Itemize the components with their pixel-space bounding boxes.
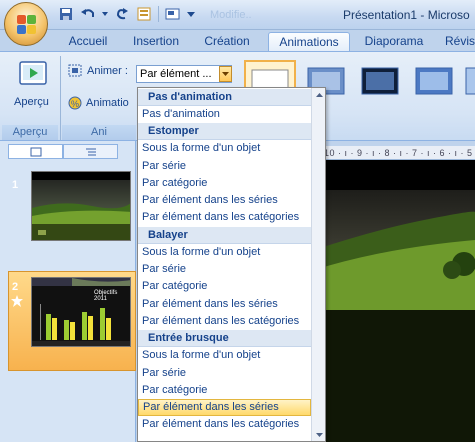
- slide-thumbnail-1[interactable]: [31, 171, 131, 241]
- transition-cut[interactable]: [410, 60, 462, 106]
- outline-tab-icon: [85, 148, 96, 155]
- separator: [158, 6, 159, 22]
- undo-icon[interactable]: [80, 6, 96, 22]
- dropdown-group-header: Entrée brusque: [138, 330, 311, 348]
- dropdown-group-header: Balayer: [138, 226, 311, 244]
- animer-row: Animer :: [68, 64, 128, 78]
- chart-slide-image: [32, 278, 130, 346]
- horizontal-ruler: 10 · ı · 9 · ı · 8 · ı · 7 · ı · 6 · ı ·…: [314, 146, 475, 160]
- slide-canvas[interactable]: [314, 160, 475, 442]
- dropdown-item[interactable]: Par catégorie: [138, 382, 311, 399]
- group-separator: [60, 56, 61, 140]
- dropdown-item[interactable]: Par série: [138, 261, 311, 278]
- dropdown-group-header: Pas d'animation: [138, 89, 311, 106]
- dropdown-item-highlighted[interactable]: Par élément dans les séries: [138, 399, 311, 417]
- tab-outline[interactable]: [63, 144, 118, 159]
- group-label-animations: Ani: [62, 125, 136, 140]
- office-button[interactable]: [4, 2, 48, 46]
- save-icon[interactable]: [58, 6, 74, 22]
- dropdown-item[interactable]: Par élément dans les catégories: [138, 209, 311, 226]
- preview-icon[interactable]: [18, 60, 50, 90]
- undo-dropdown-icon[interactable]: [102, 6, 108, 22]
- tab-diaporama[interactable]: Diaporama: [358, 32, 430, 51]
- customize-qat-icon[interactable]: [187, 6, 195, 22]
- ribbon-tabs: Accueil Insertion Création Animations Di…: [0, 30, 475, 51]
- window-title: Présentation1 - Microso: [343, 8, 470, 22]
- dropdown-scrollbar[interactable]: [311, 88, 325, 441]
- slideshow-icon[interactable]: [165, 6, 181, 22]
- tab-slides[interactable]: [8, 144, 63, 159]
- dropdown-item[interactable]: Par élément dans les séries: [138, 296, 311, 313]
- slide-number: 2: [12, 281, 19, 293]
- tab-creation[interactable]: Création: [193, 32, 261, 51]
- quick-access-toolbar: [58, 6, 195, 22]
- preview-button-label[interactable]: Aperçu: [14, 96, 49, 108]
- pane-tabs: [8, 144, 118, 160]
- dropdown-item[interactable]: Sous la forme d'un objet: [138, 347, 311, 364]
- redo-icon[interactable]: [114, 6, 130, 22]
- dropdown-item[interactable]: Pas d'animation: [138, 106, 311, 123]
- slide-number: 1: [12, 179, 19, 191]
- animer-label: Animer :: [87, 65, 128, 77]
- dropdown-item[interactable]: Par catégorie: [138, 278, 311, 295]
- group-label-apercu: Aperçu: [2, 125, 58, 140]
- dropdown-group-header: Estomper: [138, 123, 311, 141]
- landscape-slide-image: [314, 160, 475, 442]
- slides-tab-icon: [30, 147, 41, 156]
- dropdown-item[interactable]: Par élément dans les catégories: [138, 416, 311, 433]
- dropdown-item[interactable]: Sous la forme d'un objet: [138, 244, 311, 261]
- ghost-title: Modifie..: [210, 9, 252, 21]
- slide-thumbnail-2[interactable]: Objectifs 2011: [31, 277, 131, 347]
- animate-icon: [68, 64, 82, 77]
- dropdown-item[interactable]: Sous la forme d'un objet: [138, 140, 311, 157]
- title-bar: Modifie.. Présentation1 - Microso: [0, 0, 475, 30]
- scroll-up-icon[interactable]: [312, 88, 325, 102]
- custom-animation-label[interactable]: Animatio: [86, 97, 129, 109]
- landscape-image: [32, 172, 130, 240]
- slides-pane: 1 2 Objectifs 2011: [0, 141, 136, 442]
- transition-more[interactable]: [464, 60, 475, 106]
- custom-animation-icon: %: [68, 96, 82, 110]
- office-logo-icon: [17, 15, 37, 35]
- tab-accueil[interactable]: Accueil: [58, 32, 118, 51]
- transition-dark[interactable]: [356, 60, 408, 106]
- dropdown-item[interactable]: Par élément dans les séries: [138, 192, 311, 209]
- custom-animation-row[interactable]: % Animatio: [68, 95, 129, 111]
- dropdown-list: Pas d'animation Pas d'animation Estomper…: [138, 89, 311, 434]
- animation-star-icon: [11, 295, 23, 310]
- tab-revision[interactable]: Révis: [440, 32, 475, 51]
- tab-insertion[interactable]: Insertion: [122, 32, 190, 51]
- dropdown-item[interactable]: Par série: [138, 158, 311, 175]
- chart-title: Objectifs 2011: [94, 290, 118, 302]
- svg-text:%: %: [71, 99, 79, 109]
- tab-animations[interactable]: Animations: [268, 32, 350, 51]
- dropdown-item[interactable]: Par série: [138, 365, 311, 382]
- animer-dropdown-menu: Pas d'animation Pas d'animation Estomper…: [137, 87, 326, 442]
- animer-combobox[interactable]: Par élément ...: [136, 65, 232, 83]
- dropdown-item[interactable]: Par élément dans les catégories: [138, 313, 311, 330]
- print-preview-icon[interactable]: [136, 6, 152, 22]
- dropdown-item[interactable]: Par catégorie: [138, 175, 311, 192]
- chevron-down-icon: [222, 71, 229, 76]
- scroll-down-icon[interactable]: [312, 428, 325, 441]
- animer-dropdown-button[interactable]: [219, 66, 232, 82]
